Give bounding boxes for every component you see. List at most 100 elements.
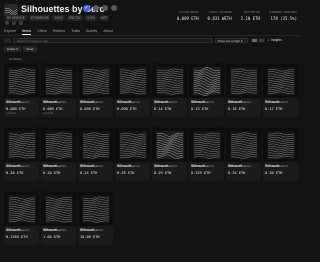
- results-count: 13 ITEMS: [9, 57, 22, 61]
- list-view-icon[interactable]: [259, 39, 264, 42]
- view-toggle[interactable]: [251, 38, 265, 43]
- nft-number: #0000: [59, 100, 67, 104]
- nft-card[interactable]: Silhouett... #0000 0.089 ETH Last 0.08: [41, 63, 76, 117]
- nft-card[interactable]: Silhouett... #0000 0.17 ETH: [263, 63, 298, 117]
- nft-last-sale: Last 0.08: [43, 112, 53, 115]
- nft-artwork[interactable]: [78, 127, 113, 162]
- nft-number: #0000: [22, 164, 30, 168]
- verified-badge-icon: ✓: [83, 5, 90, 12]
- nft-artwork[interactable]: [78, 191, 113, 226]
- meta-chip: ART: [99, 15, 110, 21]
- nft-number: #0000: [207, 164, 215, 168]
- nft-artwork[interactable]: [115, 127, 150, 162]
- nft-artwork[interactable]: [41, 127, 76, 162]
- meta-chip: ERC721: [66, 15, 83, 21]
- chip-listed[interactable]: Listed ✕: [4, 46, 22, 52]
- nft-name: Silhouett...: [191, 100, 209, 104]
- sort-select[interactable]: Price low to high ▾: [215, 38, 248, 43]
- nft-card[interactable]: Silhouett... #0000 0.329 ETH: [189, 127, 224, 181]
- nft-card[interactable]: Silhouett... #0000 0.16 ETH: [226, 63, 261, 117]
- meta-chip: ETHEREUM: [28, 15, 51, 21]
- nft-card[interactable]: Silhouett... #0000 0.7455 ETH: [4, 191, 39, 245]
- nft-name: Silhouett...: [154, 164, 172, 168]
- search-input[interactable]: Search by items or trait: [13, 38, 213, 43]
- nft-artwork[interactable]: [78, 63, 113, 98]
- nft-number: #0000: [22, 228, 30, 232]
- nft-name: Silhouett...: [80, 164, 98, 168]
- nft-number: #0000: [207, 100, 215, 104]
- nft-card[interactable]: Silhouett... #0000 0.29 ETH: [152, 127, 187, 181]
- nft-name: Silhouett...: [80, 100, 98, 104]
- nft-artwork[interactable]: [189, 127, 224, 162]
- nft-artwork[interactable]: [41, 63, 76, 98]
- website-icon[interactable]: [5, 21, 9, 25]
- nft-price: 1.00 ETH: [43, 235, 61, 239]
- nft-artwork[interactable]: [4, 63, 39, 98]
- nft-card[interactable]: Silhouett... #0000 1.00 ETH: [41, 191, 76, 245]
- nft-card[interactable]: Silhouett... #0000 0.24 ETH: [78, 127, 113, 181]
- nft-card[interactable]: Silhouett... #0000 0.34 ETH: [226, 127, 261, 181]
- nft-price: 0.098 ETH: [117, 107, 137, 111]
- nft-price: 0.38 ETH: [265, 171, 283, 175]
- collection-header: Silhouettes by Serc ✓ BY SERCDE ETHEREUM…: [0, 0, 300, 52]
- nft-artwork[interactable]: [115, 63, 150, 98]
- nft-name: Silhouett...: [228, 100, 246, 104]
- nft-price: 0.16 ETH: [228, 107, 246, 111]
- nft-number: #0000: [133, 164, 141, 168]
- nft-name: Silhouett...: [265, 100, 283, 104]
- filter-toggle-button[interactable]: [4, 38, 11, 43]
- insights-toggle[interactable]: ◐ Insights: [268, 38, 282, 43]
- nft-name: Silhouett...: [6, 100, 24, 104]
- x-icon[interactable]: [19, 21, 23, 25]
- nft-artwork[interactable]: [4, 191, 39, 226]
- nft-artwork[interactable]: [152, 127, 187, 162]
- nft-name: Silhouett...: [265, 164, 283, 168]
- stat-total-volume: TOTAL VOLUME 0.831 WETH: [207, 10, 232, 21]
- nft-number: #0000: [96, 100, 104, 104]
- clear-filters-button[interactable]: Clear: [23, 46, 37, 52]
- nft-number: #0000: [133, 100, 141, 104]
- more-icon[interactable]: [111, 5, 117, 11]
- nft-artwork[interactable]: [226, 127, 261, 162]
- nft-price: 0.098 ETH: [80, 107, 100, 111]
- nft-card[interactable]: Silhouett... #0000 0.20 ETH: [41, 127, 76, 181]
- nft-artwork[interactable]: [263, 127, 298, 162]
- nft-card[interactable]: Silhouett... #0000 0.098 ETH: [78, 63, 113, 117]
- nft-number: #0000: [170, 100, 178, 104]
- nft-card[interactable]: Silhouett... #0000 0.098 ETH: [115, 63, 150, 117]
- discord-icon[interactable]: [12, 21, 16, 25]
- nft-price: 0.329 ETH: [191, 171, 211, 175]
- grid-view-icon[interactable]: [252, 39, 257, 42]
- nft-number: #0000: [96, 164, 104, 168]
- nft-name: Silhouett...: [80, 228, 98, 232]
- nft-name: Silhouett...: [43, 100, 61, 104]
- nft-price: 0.29 ETH: [154, 171, 172, 175]
- nft-name: Silhouett...: [228, 164, 246, 168]
- nft-price: 0.15 ETH: [191, 107, 209, 111]
- nft-card[interactable]: Silhouett... #0000 10.00 ETH: [78, 191, 113, 245]
- meta-chip: 5.0%: [84, 15, 98, 21]
- sort-value: Price low to high: [218, 39, 241, 43]
- collection-title: Silhouettes by Serc: [21, 4, 105, 14]
- nft-card[interactable]: Silhouett... #0000 0.089 ETH Last 0.07: [4, 63, 39, 117]
- nft-artwork[interactable]: [189, 63, 224, 98]
- share-icon[interactable]: [93, 5, 99, 11]
- nft-price: 0.14 ETH: [154, 107, 172, 111]
- nft-artwork[interactable]: [4, 127, 39, 162]
- nft-artwork[interactable]: [41, 191, 76, 226]
- nft-artwork[interactable]: [152, 63, 187, 98]
- insights-label: Insights: [270, 38, 282, 42]
- nft-name: Silhouett...: [43, 164, 61, 168]
- nft-price: 0.25 ETH: [117, 171, 135, 175]
- star-icon[interactable]: [102, 5, 108, 11]
- nft-number: #0000: [96, 228, 104, 232]
- nft-card[interactable]: Silhouett... #0000 0.25 ETH: [115, 127, 150, 181]
- nft-artwork[interactable]: [263, 63, 298, 98]
- nft-artwork[interactable]: [226, 63, 261, 98]
- nft-card[interactable]: Silhouett... #0000 0.15 ETH: [189, 63, 224, 117]
- nft-card[interactable]: Silhouett... #0000 0.38 ETH: [263, 127, 298, 181]
- nft-last-sale: Last 0.07: [6, 112, 16, 115]
- nft-number: #0000: [244, 100, 252, 104]
- nft-card[interactable]: Silhouett... #0000 0.14 ETH: [152, 63, 187, 117]
- nft-card[interactable]: Silhouett... #0000 0.20 ETH: [4, 127, 39, 181]
